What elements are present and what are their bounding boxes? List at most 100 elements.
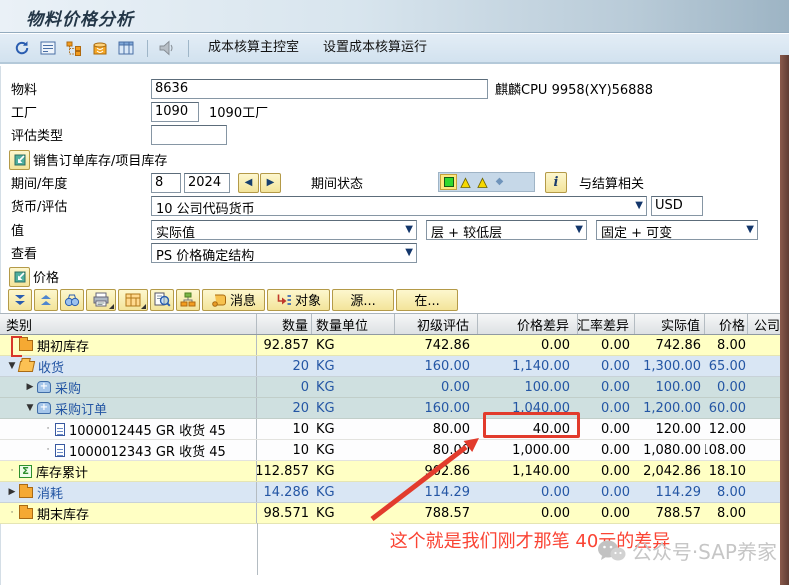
menu-corner-icon (109, 304, 114, 309)
tree-toggle-icon[interactable]: ▼ (6, 361, 18, 371)
tree-toggle-icon[interactable]: ▼ (24, 403, 36, 413)
material-input[interactable] (151, 79, 488, 99)
category-cell[interactable]: ·1000012343 GR 收货 45 (0, 440, 257, 460)
table-row[interactable]: ▶+采购0KG0.00100.000.00100.000.00 (0, 377, 789, 398)
next-period-button[interactable]: ▶ (260, 173, 281, 193)
view-select[interactable]: PS 价格确定结构 ▼ (151, 243, 417, 263)
header-quantity[interactable]: 数量 (257, 314, 312, 334)
table-row[interactable]: ·1000012343 GR 收货 4510KG80.001,000.000.0… (0, 440, 789, 461)
messages-button[interactable]: 消息 (202, 289, 265, 311)
unit-cell: KG (312, 482, 395, 502)
preliminary-cell: 0.00 (395, 377, 478, 397)
category-cell[interactable]: ·期初库存 (0, 335, 257, 355)
find-button[interactable] (60, 289, 84, 311)
detail-view-icon[interactable] (36, 37, 60, 59)
price-cell: 60.00 (705, 398, 748, 418)
order-icon: + (37, 402, 51, 414)
columns-icon[interactable] (114, 37, 138, 59)
grid-toolbar: 消息 对象 源... 在... (0, 287, 458, 312)
exchange-diff-cell: 0.00 (578, 398, 635, 418)
category-cell[interactable]: ▶+采购 (0, 377, 257, 397)
category-cell[interactable]: ▶消耗 (0, 482, 257, 502)
quantity-cell: 92.857 (257, 335, 312, 355)
header-actual[interactable]: 实际值 (635, 314, 705, 334)
category-cell[interactable]: ·期末库存 (0, 503, 257, 523)
toolbar-separator (188, 40, 189, 57)
menu-corner-icon (141, 304, 146, 309)
price-table-body: ·期初库存92.857KG742.860.000.00742.868.00▼收货… (0, 335, 789, 524)
value-select[interactable]: 实际值 ▼ (151, 220, 417, 240)
collapse-all-button[interactable] (34, 289, 58, 311)
megaphone-icon[interactable] (155, 37, 179, 59)
tree-toggle-icon[interactable]: ▶ (24, 382, 36, 392)
status-yellow-triangle-icon[interactable]: ▲ (474, 174, 491, 190)
status-green-square-icon[interactable] (440, 174, 457, 190)
sigma-icon: Σ (19, 465, 32, 478)
price-cell: 108.00 (705, 440, 748, 460)
layer-select[interactable]: 层 + 较低层 ▼ (426, 220, 587, 240)
header-category[interactable]: 类别 (0, 314, 257, 334)
objects-button[interactable]: 对象 (267, 289, 330, 311)
layout-button[interactable] (118, 289, 148, 311)
table-row[interactable]: ·1000012445 GR 收货 4510KG80.0040.000.0012… (0, 419, 789, 440)
valuation-type-input[interactable] (151, 125, 227, 145)
category-cell[interactable]: ▼收货 (0, 356, 257, 376)
hierarchy-view-button[interactable] (176, 289, 200, 311)
category-label: 1000012445 GR 收货 45 (69, 420, 226, 439)
price-diff-cell: 1,140.00 (478, 461, 578, 481)
price-drum-icon[interactable] (88, 37, 112, 59)
table-row[interactable]: ·期初库存92.857KG742.860.000.00742.868.00 (0, 335, 789, 356)
preliminary-cell: 160.00 (395, 398, 478, 418)
print-button[interactable] (86, 289, 116, 311)
hierarchy-icon[interactable] (62, 37, 86, 59)
chevron-down-icon: ▼ (405, 247, 413, 258)
plant-input[interactable] (151, 102, 199, 122)
preliminary-cell: 742.86 (395, 335, 478, 355)
period-month-input[interactable] (151, 173, 181, 193)
table-row[interactable]: ▼+采购订单20KG160.001,040.000.001,200.0060.0… (0, 398, 789, 419)
info-button[interactable]: i (545, 172, 567, 193)
header-preliminary[interactable]: 初级评估 (395, 314, 478, 334)
unit-cell: KG (312, 335, 395, 355)
refresh-icon[interactable] (10, 37, 34, 59)
sales-order-stock-button[interactable] (9, 150, 30, 170)
previous-period-button[interactable]: ◀ (238, 173, 259, 193)
header-unit[interactable]: 数量单位 (312, 314, 395, 334)
currency-label: 货币/评估 (11, 196, 67, 215)
table-row[interactable]: ▶消耗14.286KG114.290.000.00114.298.00 (0, 482, 789, 503)
status-blue-diamond-icon[interactable]: ◆ (491, 174, 508, 190)
table-row[interactable]: ·Σ库存累计112.857KG902.861,140.000.002,042.8… (0, 461, 789, 482)
category-cell[interactable]: ·1000012445 GR 收货 45 (0, 419, 257, 439)
price-diff-cell: 0.00 (478, 503, 578, 523)
table-row[interactable]: ·期末库存98.571KG788.570.000.00788.578.00 (0, 503, 789, 524)
price-cell: 8.00 (705, 335, 748, 355)
folder-open-icon (18, 361, 35, 372)
category-cell[interactable]: ▼+采购订单 (0, 398, 257, 418)
category-cell[interactable]: ·Σ库存累计 (0, 461, 257, 481)
tree-toggle-icon[interactable]: ▶ (6, 487, 18, 497)
header-price[interactable]: 价格 (705, 314, 748, 334)
cost-component-select[interactable]: 固定 + 可变 ▼ (596, 220, 758, 240)
header-exchange-diff[interactable]: 汇率差异 (578, 314, 635, 334)
material-description: 麒麟CPU 9958(XY)56888 (495, 79, 653, 98)
unit-cell: KG (312, 419, 395, 439)
red-box-annotation (483, 412, 580, 438)
in-button[interactable]: 在... (396, 289, 458, 311)
status-yellow-triangle-icon[interactable]: ▲ (457, 174, 474, 190)
table-header: 类别 数量 数量单位 初级评估 价格差异 汇率差异 实际值 价格 公司 (0, 313, 789, 335)
category-label: 采购 (55, 378, 81, 397)
period-year-input[interactable] (184, 173, 230, 193)
page-title: 物料价格分析 (26, 5, 134, 30)
display-document-button[interactable] (150, 289, 174, 311)
category-label: 1000012343 GR 收货 45 (69, 441, 226, 460)
set-costing-run-button[interactable]: 设置成本核算运行 (311, 37, 439, 59)
currency-code-field[interactable]: USD (651, 196, 703, 216)
table-row[interactable]: ▼收货20KG160.001,140.000.001,300.0065.00 (0, 356, 789, 377)
prices-section-button[interactable] (9, 267, 30, 287)
currency-select[interactable]: 10 公司代码货币 ▼ (151, 196, 647, 216)
expand-all-button[interactable] (8, 289, 32, 311)
source-button[interactable]: 源... (332, 289, 394, 311)
header-price-diff[interactable]: 价格差异 (478, 314, 578, 334)
costing-cockpit-button[interactable]: 成本核算主控室 (196, 37, 311, 59)
preliminary-cell: 788.57 (395, 503, 478, 523)
